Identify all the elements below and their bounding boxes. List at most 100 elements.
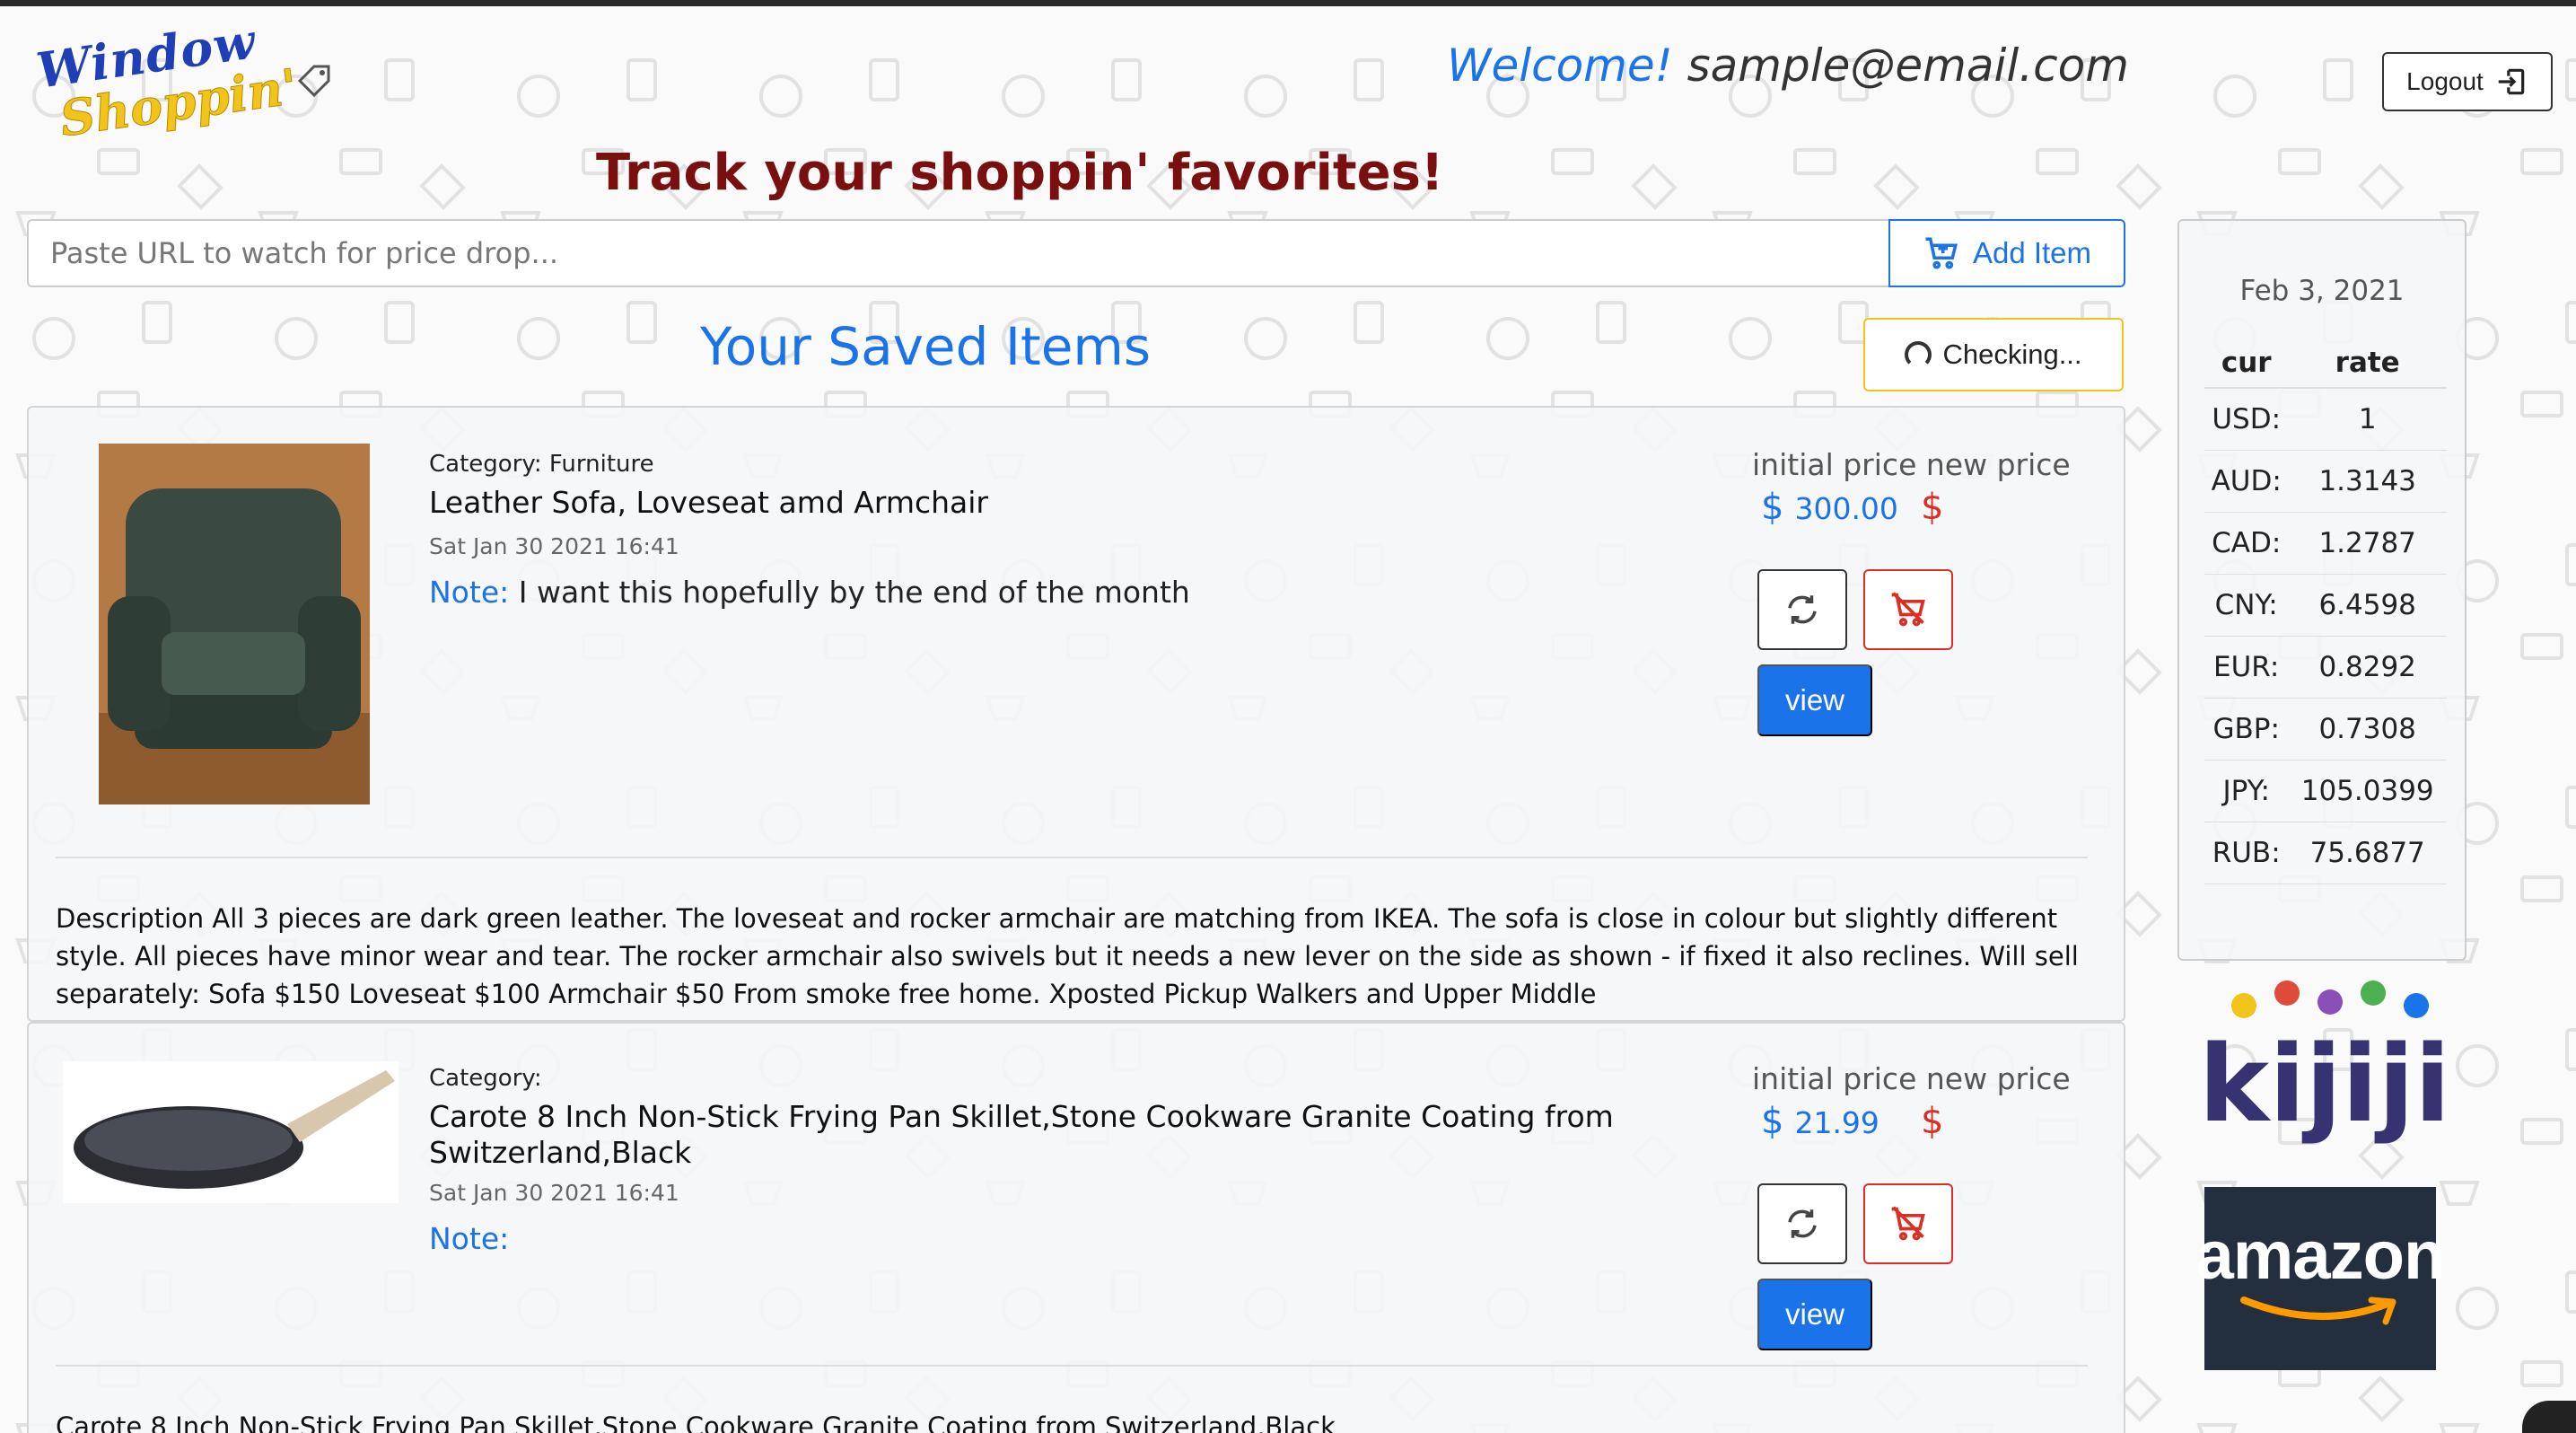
- item-image-frying-pan: [63, 1061, 399, 1203]
- item-note: Note: I want this hopefully by the end o…: [429, 575, 1190, 610]
- rate-currency: GBP:: [2204, 698, 2289, 760]
- rate-row: RUB: 75.6877: [2204, 822, 2447, 884]
- page-tagline: Track your shoppin' favorites!: [596, 144, 1444, 202]
- rate-row: JPY: 105.0399: [2204, 760, 2447, 822]
- price-tag-icon: [297, 65, 330, 98]
- initial-price-label: initial price: [1752, 1061, 1917, 1096]
- item-name: Leather Sofa, Loveseat amd Armchair: [429, 485, 989, 520]
- cart-plus-icon: [1925, 237, 1958, 269]
- rate-row: USD: 1: [2204, 388, 2447, 451]
- refresh-price-button[interactable]: [1757, 569, 1847, 650]
- new-currency-symbol: $: [1921, 487, 1944, 528]
- rate-value: 0.7308: [2288, 698, 2447, 760]
- view-item-button[interactable]: view: [1757, 664, 1872, 736]
- top-border: [0, 0, 2576, 6]
- saved-items-title: Your Saved Items: [700, 316, 1152, 377]
- rate-currency: USD:: [2204, 388, 2289, 451]
- refresh-icon: [1788, 595, 1817, 624]
- rate-row: CAD: 1.2787: [2204, 512, 2447, 575]
- rate-currency: JPY:: [2204, 760, 2289, 822]
- rates-header-rate: rate: [2288, 338, 2447, 389]
- url-input[interactable]: [27, 219, 1888, 287]
- remove-item-button[interactable]: [1863, 569, 1953, 650]
- cart-remove-icon: [1891, 1206, 1925, 1241]
- initial-price-value: 300.00: [1794, 491, 1898, 526]
- card-divider: [56, 857, 2088, 858]
- rate-currency: CAD:: [2204, 512, 2289, 575]
- logout-button[interactable]: Logout: [2382, 52, 2553, 111]
- amazon-smile-icon: [2240, 1296, 2396, 1324]
- note-label: Note:: [429, 1221, 510, 1256]
- rate-value: 1.2787: [2288, 512, 2447, 575]
- new-price-label: new price: [1925, 447, 2071, 482]
- add-item-form: Add Item: [27, 219, 2125, 287]
- spinner-icon: [1905, 341, 1932, 368]
- item-description: Description All 3 pieces are dark green …: [56, 903, 2079, 1009]
- rate-value: 6.4598: [2288, 574, 2447, 637]
- amazon-wordmark: amazon: [2195, 1217, 2446, 1294]
- price-labels: initial price new price: [1752, 447, 2071, 482]
- user-email: sample@email.com: [1687, 40, 2129, 92]
- item-date: Sat Jan 30 2021 16:41: [429, 1180, 679, 1206]
- rate-value: 1: [2288, 388, 2447, 451]
- rates-header-cur: cur: [2204, 338, 2289, 389]
- add-item-label: Add Item: [1972, 236, 2092, 269]
- exchange-rates-panel: Feb 3, 2021 cur rate USD: 1 AUD: 1.3143 CA…: [2177, 219, 2466, 961]
- logout-label: Logout: [2406, 67, 2484, 95]
- view-item-button[interactable]: view: [1757, 1279, 1872, 1350]
- remove-item-button[interactable]: [1863, 1183, 1953, 1264]
- initial-price-label: initial price: [1752, 447, 1917, 482]
- initial-price: $300.00: [1761, 487, 1898, 528]
- checking-prices-button[interactable]: Checking...: [1863, 318, 2124, 391]
- kijiji-wordmark: kijiji: [2199, 1022, 2450, 1146]
- window-corner: [2522, 1401, 2576, 1433]
- rate-value: 0.8292: [2288, 636, 2447, 699]
- refresh-price-button[interactable]: [1757, 1183, 1847, 1264]
- rate-value: 75.6877: [2288, 822, 2447, 884]
- saved-item-card: Category: Carote 8 Inch Non-Stick Frying…: [27, 1022, 2125, 1433]
- item-date: Sat Jan 30 2021 16:41: [429, 533, 679, 559]
- checking-label: Checking...: [1942, 338, 2082, 370]
- rates-table: cur rate USD: 1 AUD: 1.3143 CAD: 1.2787 CNY…: [2204, 338, 2447, 884]
- rates-date: Feb 3, 2021: [2239, 275, 2405, 307]
- rate-row: CNY: 6.4598: [2204, 574, 2447, 637]
- saved-item-card: Category: Furniture Leather Sofa, Lovese…: [27, 406, 2125, 1022]
- initial-price-value: 21.99: [1794, 1105, 1879, 1140]
- rate-row: EUR: 0.8292: [2204, 636, 2447, 699]
- item-description: Carote 8 Inch Non-Stick Frying Pan Skill…: [56, 1411, 1336, 1433]
- add-item-button[interactable]: Add Item: [1888, 219, 2125, 287]
- card-divider: [56, 1365, 2088, 1367]
- new-price: $: [1921, 1101, 1943, 1142]
- rate-currency: RUB:: [2204, 822, 2289, 884]
- welcome-label: Welcome!: [1447, 40, 1673, 92]
- note-label: Note:: [429, 575, 510, 610]
- welcome-message: Welcome! sample@email.com: [1447, 40, 2129, 92]
- initial-currency-symbol: $: [1761, 1101, 1784, 1142]
- rate-value: 105.0399: [2288, 760, 2447, 822]
- new-currency-symbol: $: [1921, 1101, 1944, 1142]
- cart-remove-icon: [1891, 592, 1925, 627]
- rate-currency: CNY:: [2204, 574, 2289, 637]
- new-price-label: new price: [1925, 1061, 2071, 1096]
- initial-currency-symbol: $: [1761, 487, 1784, 528]
- item-note: Note:: [429, 1221, 509, 1256]
- kijiji-logo[interactable]: kijiji: [2199, 977, 2450, 1174]
- new-price: $: [1921, 487, 1943, 528]
- item-name: Carote 8 Inch Non-Stick Frying Pan Skill…: [429, 1099, 1614, 1170]
- note-text: I want this hopefully by the end of the …: [518, 575, 1190, 610]
- amazon-logo[interactable]: amazon: [2196, 1187, 2445, 1370]
- window-shoppin-logo[interactable]: Window Shoppin': [33, 12, 330, 148]
- rate-currency: AUD:: [2204, 450, 2289, 513]
- rate-value: 1.3143: [2288, 450, 2447, 513]
- item-category: Category: Furniture: [429, 451, 654, 478]
- rate-row: GBP: 0.7308: [2204, 698, 2447, 760]
- initial-price: $21.99: [1761, 1101, 1879, 1142]
- rate-row: AUD: 1.3143: [2204, 450, 2447, 513]
- logout-icon: [2498, 68, 2525, 95]
- item-category: Category:: [429, 1065, 542, 1092]
- refresh-icon: [1788, 1209, 1817, 1238]
- item-image-armchair: [99, 444, 370, 804]
- price-labels: initial price new price: [1752, 1061, 2071, 1096]
- rate-currency: EUR:: [2204, 636, 2289, 699]
- kijiji-logo-graphic: kijiji: [2199, 980, 2450, 1146]
